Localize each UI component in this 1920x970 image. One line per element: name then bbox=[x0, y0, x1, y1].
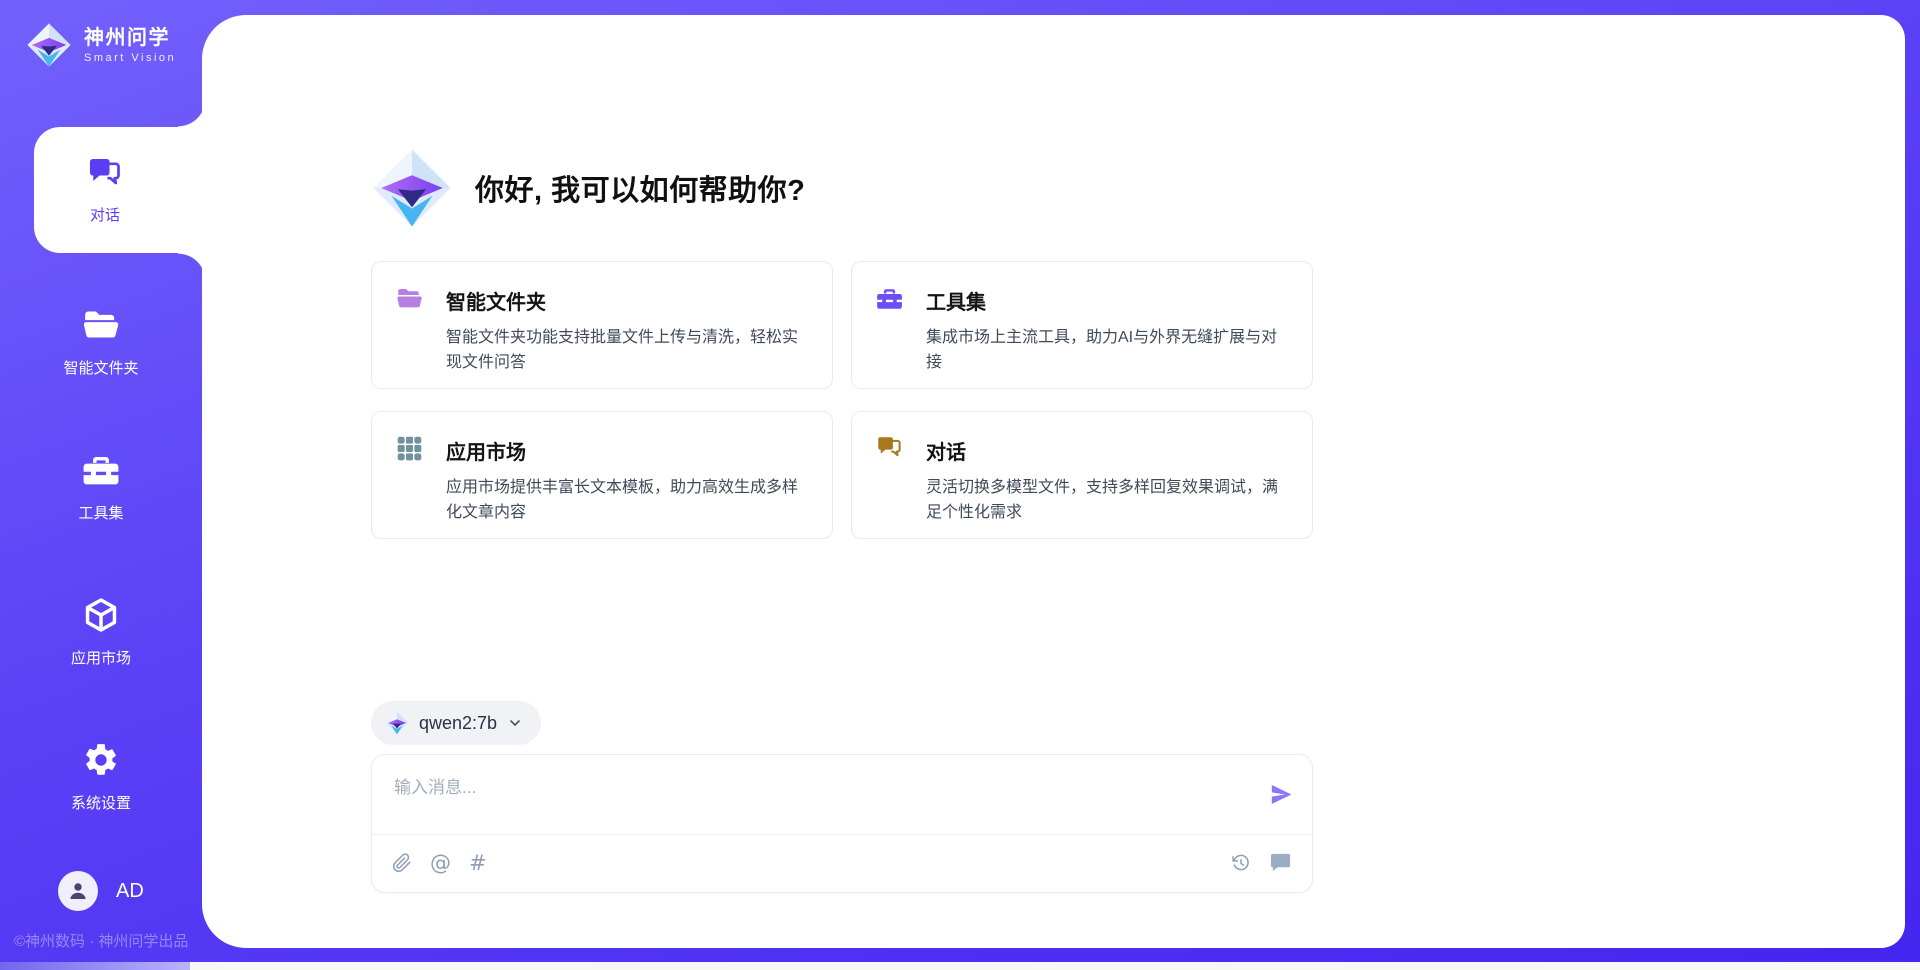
card-body: 智能文件夹 智能文件夹功能支持批量文件上传与清洗，轻松实现文件问答 bbox=[446, 286, 810, 388]
sidebar-item-settings[interactable]: 系统设置 bbox=[0, 721, 202, 833]
card-chat[interactable]: 对话 灵活切换多模型文件，支持多样回复效果调试，满足个性化需求 bbox=[851, 411, 1313, 539]
topic-button[interactable]: # bbox=[469, 851, 487, 875]
brand-text: 神州问学 Smart Vision bbox=[84, 26, 176, 64]
card-body: 应用市场 应用市场提供丰富长文本模板，助力高效生成多样化文章内容 bbox=[446, 436, 810, 538]
folder-icon bbox=[82, 306, 120, 344]
card-title: 智能文件夹 bbox=[446, 286, 810, 315]
sidebar-item-toolset[interactable]: 工具集 bbox=[0, 431, 202, 543]
model-selector[interactable]: qwen2:7b bbox=[371, 701, 541, 745]
brand-subtitle: Smart Vision bbox=[84, 52, 176, 64]
card-description: 智能文件夹功能支持批量文件上传与清洗，轻松实现文件问答 bbox=[446, 326, 810, 376]
chat-icon bbox=[87, 156, 123, 192]
scrollbar-thumb[interactable] bbox=[0, 962, 190, 970]
sidebar-item-label: 对话 bbox=[90, 204, 120, 225]
sidebar-item-label: 工具集 bbox=[78, 502, 123, 523]
copyright-text: ©神州数码 · 神州问学出品 bbox=[14, 930, 188, 951]
attach-button[interactable] bbox=[392, 853, 412, 873]
sidebar-item-app-market[interactable]: 应用市场 bbox=[0, 576, 202, 688]
chat-bubble-icon bbox=[1269, 851, 1292, 874]
history-button[interactable] bbox=[1231, 853, 1251, 873]
cube-icon bbox=[82, 596, 120, 634]
send-icon bbox=[1268, 781, 1295, 808]
model-name: qwen2:7b bbox=[419, 713, 497, 734]
toolbox-icon bbox=[876, 285, 903, 312]
card-title: 对话 bbox=[926, 436, 1290, 465]
user-icon bbox=[66, 879, 90, 903]
sidebar-item-label: 应用市场 bbox=[71, 647, 131, 668]
card-toolset[interactable]: 工具集 集成市场上主流工具，助力AI与外界无缝扩展与对接 bbox=[851, 261, 1313, 389]
history-icon bbox=[1231, 853, 1251, 873]
greeting-title: 你好, 我可以如何帮助你? bbox=[475, 167, 805, 209]
tab-fillet-top bbox=[178, 99, 206, 127]
send-button[interactable] bbox=[1266, 781, 1296, 811]
card-body: 对话 灵活切换多模型文件，支持多样回复效果调试，满足个性化需求 bbox=[926, 436, 1290, 538]
chat-icon bbox=[876, 435, 903, 462]
card-title: 应用市场 bbox=[446, 436, 810, 465]
feedback-button[interactable] bbox=[1269, 851, 1292, 874]
sidebar-item-label: 智能文件夹 bbox=[63, 357, 138, 378]
grid-icon bbox=[396, 435, 423, 462]
card-body: 工具集 集成市场上主流工具，助力AI与外界无缝扩展与对接 bbox=[926, 286, 1290, 388]
tab-fillet-bottom bbox=[178, 253, 206, 281]
brand-name: 神州问学 bbox=[84, 26, 176, 50]
avatar bbox=[58, 871, 98, 911]
input-toolbar: @ # bbox=[372, 833, 1312, 892]
card-smart-folder[interactable]: 智能文件夹 智能文件夹功能支持批量文件上传与清洗，轻松实现文件问答 bbox=[371, 261, 833, 389]
feature-cards: 智能文件夹 智能文件夹功能支持批量文件上传与清洗，轻松实现文件问答 工具集 集成… bbox=[371, 261, 1313, 539]
app-root: 神州问学 Smart Vision 对话 智能文件夹 工具集 应用市场 系统设置 bbox=[0, 0, 1920, 970]
brand-diamond-icon bbox=[26, 22, 72, 68]
gear-icon bbox=[82, 741, 120, 779]
model-logo-icon bbox=[385, 711, 409, 735]
message-input[interactable] bbox=[372, 755, 1232, 831]
toolbar-right bbox=[1231, 851, 1292, 874]
chevron-down-icon bbox=[507, 715, 523, 731]
message-input-card: @ # bbox=[371, 754, 1313, 893]
card-description: 灵活切换多模型文件，支持多样回复效果调试，满足个性化需求 bbox=[926, 476, 1290, 526]
brand-logo: 神州问学 Smart Vision bbox=[26, 22, 176, 68]
greeting: 你好, 我可以如何帮助你? bbox=[371, 146, 805, 230]
user-name: AD bbox=[116, 880, 144, 903]
toolbox-icon bbox=[82, 451, 120, 489]
toolbar-left: @ # bbox=[392, 851, 487, 875]
app-logo-icon bbox=[371, 146, 453, 230]
folder-icon bbox=[396, 285, 423, 312]
sidebar-item-chat[interactable]: 对话 bbox=[34, 127, 206, 253]
card-description: 集成市场上主流工具，助力AI与外界无缝扩展与对接 bbox=[926, 326, 1290, 376]
card-title: 工具集 bbox=[926, 286, 1290, 315]
card-app-market[interactable]: 应用市场 应用市场提供丰富长文本模板，助力高效生成多样化文章内容 bbox=[371, 411, 833, 539]
user-profile[interactable]: AD bbox=[58, 871, 144, 911]
sidebar-item-label: 系统设置 bbox=[71, 792, 131, 813]
card-description: 应用市场提供丰富长文本模板，助力高效生成多样化文章内容 bbox=[446, 476, 810, 526]
paperclip-icon bbox=[392, 853, 412, 873]
horizontal-scrollbar[interactable] bbox=[0, 962, 1920, 970]
sidebar-item-smart-folder[interactable]: 智能文件夹 bbox=[0, 286, 202, 398]
mention-button[interactable]: @ bbox=[430, 851, 451, 875]
